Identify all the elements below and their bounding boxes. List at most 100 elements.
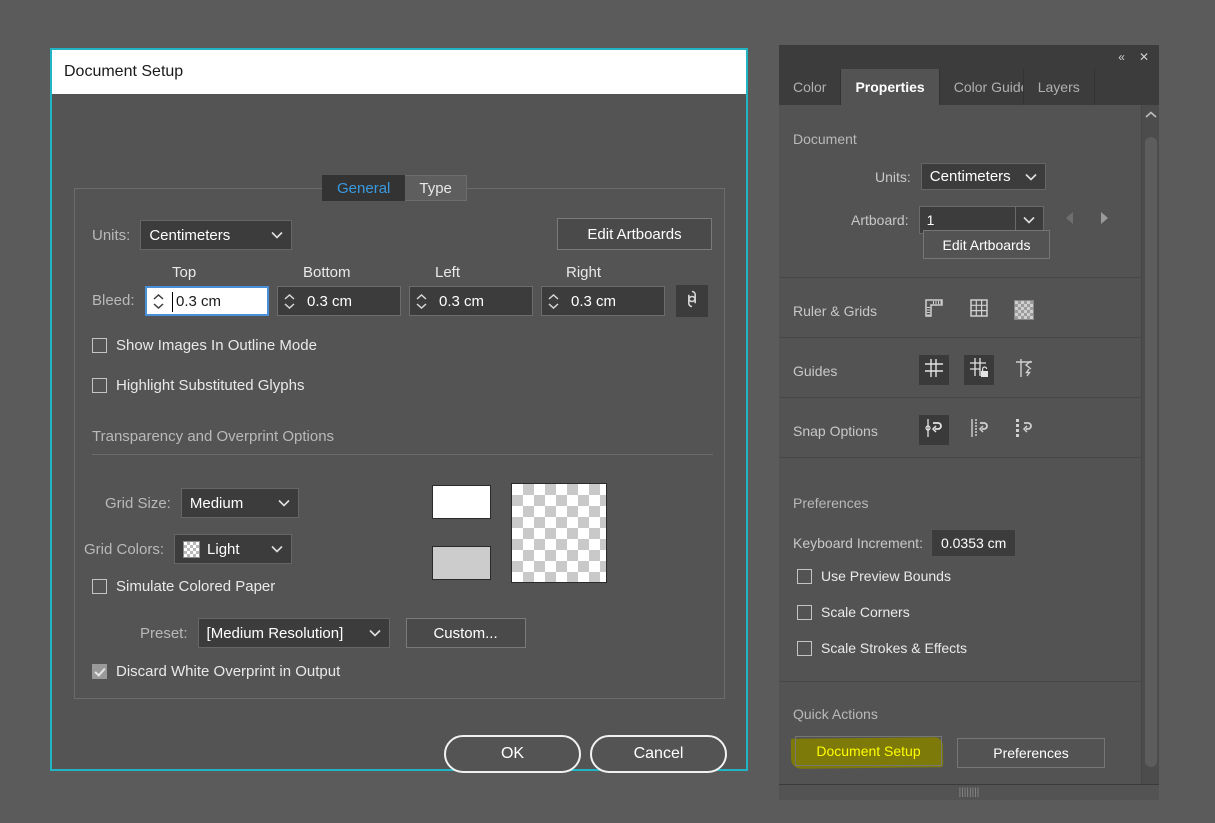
preferences-button[interactable]: Preferences	[957, 738, 1105, 768]
show-guides-icon-button[interactable]	[919, 355, 949, 385]
lock-guides-icon-button[interactable]	[964, 355, 994, 385]
bleed-bottom-stepper[interactable]	[278, 287, 300, 315]
ruler-icon	[923, 297, 945, 324]
panel-units-select[interactable]: Centimeters	[920, 163, 1046, 190]
bleed-col-header-left: Left	[435, 264, 461, 281]
paper-color-swatch-bottom[interactable]	[432, 546, 491, 580]
panel-resize-grip-icon[interactable]: ||||||||	[959, 787, 980, 798]
bleed-link-toggle[interactable]	[676, 285, 708, 317]
document-setup-button[interactable]: Document Setup	[795, 736, 942, 766]
ruler-grids-label: Ruler & Grids	[793, 303, 878, 319]
transparency-grid-icon-button[interactable]	[1009, 295, 1039, 325]
bleed-left-value[interactable]: 0.3 cm	[432, 287, 532, 315]
transparency-grid-icon	[1014, 300, 1034, 320]
clear-guides-icon-button[interactable]	[1009, 355, 1039, 385]
grid-size-select[interactable]: Medium	[180, 488, 299, 518]
chevron-down-icon	[261, 545, 283, 553]
units-select-value: Centimeters	[149, 226, 231, 244]
scale-corners-row[interactable]: Scale Corners	[797, 604, 910, 620]
keyboard-increment-label: Keyboard Increment:	[793, 535, 923, 551]
chevron-down-icon	[359, 629, 381, 637]
dialog-tab-bar: General Type	[322, 175, 467, 201]
bleed-top-stepper[interactable]	[147, 288, 169, 314]
chevron-down-icon	[261, 231, 283, 239]
edit-artboards-button[interactable]: Edit Artboards	[557, 218, 712, 250]
show-images-outline-row[interactable]: Show Images In Outline Mode	[92, 337, 317, 354]
ok-button[interactable]: OK	[444, 735, 581, 773]
collapse-panel-icon[interactable]: «	[1118, 51, 1125, 63]
simulate-colored-paper-checkbox[interactable]	[92, 579, 107, 594]
document-section-title: Document	[793, 131, 857, 147]
bleed-left-stepper[interactable]	[410, 287, 432, 315]
bleed-col-header-top: Top	[172, 264, 197, 281]
chevron-down-icon	[1023, 211, 1035, 229]
snap-to-point-icon	[923, 417, 945, 444]
bleed-top-value[interactable]: 0.3 cm	[169, 288, 267, 314]
divider-1	[779, 277, 1141, 278]
panel-edit-artboards-button[interactable]: Edit Artboards	[923, 230, 1050, 259]
snap-to-grid-icon	[968, 417, 990, 444]
bleed-bottom-field[interactable]: 0.3 cm	[277, 286, 401, 316]
grid-colors-label: Grid Colors:	[84, 540, 165, 558]
show-images-outline-checkbox[interactable]	[92, 338, 107, 353]
use-preview-bounds-checkbox[interactable]	[797, 568, 812, 584]
grid-size-label: Grid Size:	[105, 494, 171, 512]
panel-header: « ✕	[779, 45, 1159, 69]
scale-strokes-effects-row[interactable]: Scale Strokes & Effects	[797, 640, 967, 656]
triangle-left-icon	[1064, 211, 1075, 229]
preset-row: Preset: [Medium Resolution] Custom...	[140, 618, 526, 648]
grid-colors-row: Grid Colors: Light	[84, 534, 293, 564]
units-select[interactable]: Centimeters	[140, 220, 293, 250]
bleed-right-value[interactable]: 0.3 cm	[564, 287, 664, 315]
preferences-section-title: Preferences	[793, 495, 869, 511]
bleed-left-field[interactable]: 0.3 cm	[409, 286, 533, 316]
panel-tab-bar: Color Properties Color Guide Layers	[779, 69, 1159, 105]
dialog-body: General Type Units: Centimeters Edit Art…	[52, 94, 746, 773]
scale-strokes-effects-checkbox[interactable]	[797, 640, 812, 656]
artboard-prev-button[interactable]	[1064, 211, 1075, 230]
custom-button[interactable]: Custom...	[405, 618, 526, 648]
highlight-substituted-glyphs-checkbox[interactable]	[92, 378, 107, 393]
tab-color[interactable]: Color	[779, 69, 842, 105]
tab-general[interactable]: General	[322, 175, 406, 201]
snap-to-grid-icon-button[interactable]	[964, 415, 994, 445]
document-setup-dialog: Document Setup General Type Units: Centi…	[50, 48, 748, 773]
cancel-button[interactable]: Cancel	[590, 735, 727, 773]
scale-corners-checkbox[interactable]	[797, 604, 812, 620]
highlight-substituted-glyphs-row[interactable]: Highlight Substituted Glyphs	[92, 377, 304, 394]
discard-white-overprint-row[interactable]: Discard White Overprint in Output	[92, 663, 340, 680]
tab-type[interactable]: Type	[405, 175, 467, 201]
paper-color-swatch-top[interactable]	[432, 485, 491, 519]
bleed-top-field[interactable]: 0.3 cm	[145, 286, 269, 316]
scrollbar-thumb[interactable]	[1145, 137, 1157, 767]
panel-scroll-area: Document Units: Centimeters Artboard: 1	[779, 105, 1159, 784]
tab-color-guide[interactable]: Color Guide	[940, 69, 1024, 105]
bleed-bottom-value[interactable]: 0.3 cm	[300, 287, 400, 315]
ruler-icon-button[interactable]	[919, 295, 949, 325]
transparency-section-title: Transparency and Overprint Options	[92, 428, 335, 445]
units-row: Units: Centimeters	[92, 220, 293, 250]
panel-tab-filler	[1095, 69, 1159, 105]
grid-icon-button[interactable]	[964, 295, 994, 325]
discard-white-overprint-checkbox[interactable]	[92, 664, 107, 679]
artboard-next-button[interactable]	[1099, 211, 1110, 230]
tab-layers[interactable]: Layers	[1024, 69, 1095, 105]
keyboard-increment-input[interactable]: 0.0353 cm	[930, 529, 1017, 557]
snap-options-label: Snap Options	[793, 423, 878, 439]
snap-to-point-icon-button[interactable]	[919, 415, 949, 445]
use-preview-bounds-row[interactable]: Use Preview Bounds	[797, 568, 951, 584]
bleed-right-stepper[interactable]	[542, 287, 564, 315]
guides-label: Guides	[793, 363, 838, 379]
close-panel-icon[interactable]: ✕	[1139, 51, 1149, 63]
bleed-right-field[interactable]: 0.3 cm	[541, 286, 665, 316]
preset-select[interactable]: [Medium Resolution]	[197, 618, 390, 648]
grid-colors-select[interactable]: Light	[174, 534, 293, 564]
panel-scrollbar[interactable]	[1141, 105, 1159, 784]
ruler-grids-icon-group	[919, 295, 1039, 325]
scale-corners-label: Scale Corners	[821, 604, 910, 620]
simulate-colored-paper-row[interactable]: Simulate Colored Paper	[92, 578, 275, 595]
snap-to-pixel-icon-button[interactable]	[1009, 415, 1039, 445]
tab-properties[interactable]: Properties	[841, 69, 940, 105]
document-setup-quick-action[interactable]: Document Setup	[790, 736, 944, 769]
scroll-up-icon[interactable]	[1142, 107, 1159, 121]
